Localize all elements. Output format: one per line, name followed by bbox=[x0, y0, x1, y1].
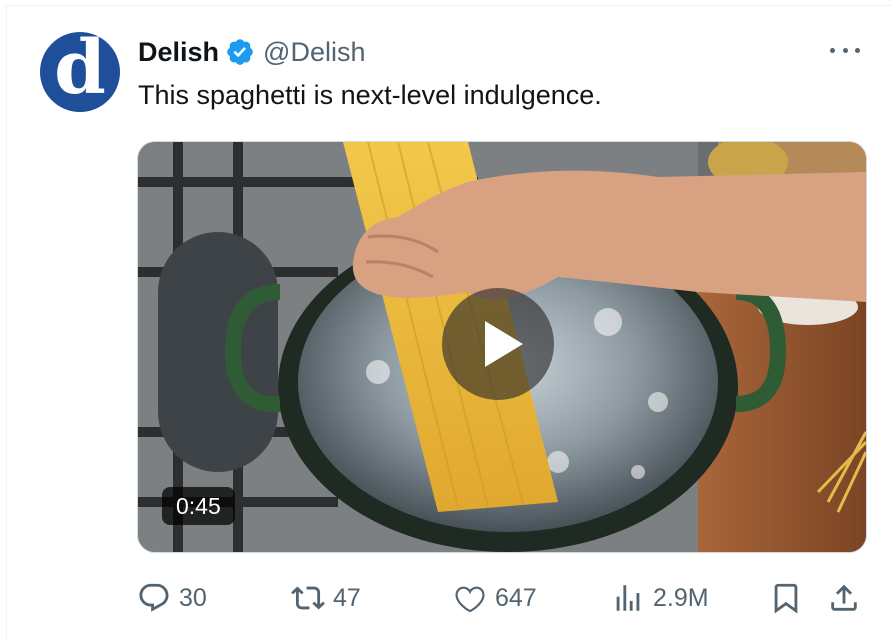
tweet-header: Delish @Delish bbox=[138, 34, 365, 70]
verified-badge-icon bbox=[225, 37, 255, 67]
timeline-column-border bbox=[6, 5, 7, 640]
reply-icon bbox=[137, 581, 171, 615]
like-icon bbox=[453, 581, 487, 615]
tweet-actions: 30 47 647 2.9M bbox=[137, 578, 865, 618]
avatar-letter: d bbox=[54, 32, 106, 111]
tweet-text: This spaghetti is next-level indulgence. bbox=[138, 80, 602, 110]
repost-icon bbox=[291, 581, 325, 615]
play-icon bbox=[485, 321, 523, 367]
more-options-icon[interactable] bbox=[830, 38, 860, 62]
share-button[interactable] bbox=[827, 578, 861, 618]
bookmark-icon bbox=[769, 581, 803, 615]
views-button[interactable]: 2.9M bbox=[611, 578, 709, 618]
views-icon bbox=[611, 581, 645, 615]
reply-button[interactable]: 30 bbox=[137, 578, 207, 618]
share-icon bbox=[827, 581, 861, 615]
like-count: 647 bbox=[495, 583, 537, 612]
video-duration: 0:45 bbox=[162, 487, 235, 525]
video-player[interactable]: 0:45 bbox=[137, 141, 867, 553]
timeline-divider bbox=[6, 5, 892, 6]
handle[interactable]: @Delish bbox=[263, 37, 365, 68]
bookmark-button[interactable] bbox=[769, 578, 803, 618]
avatar[interactable]: d bbox=[40, 32, 120, 112]
play-button[interactable] bbox=[442, 288, 554, 400]
view-count: 2.9M bbox=[653, 583, 709, 612]
display-name[interactable]: Delish bbox=[138, 37, 219, 68]
like-button[interactable]: 647 bbox=[453, 578, 537, 618]
repost-count: 47 bbox=[333, 583, 361, 612]
reply-count: 30 bbox=[179, 583, 207, 612]
repost-button[interactable]: 47 bbox=[291, 578, 361, 618]
